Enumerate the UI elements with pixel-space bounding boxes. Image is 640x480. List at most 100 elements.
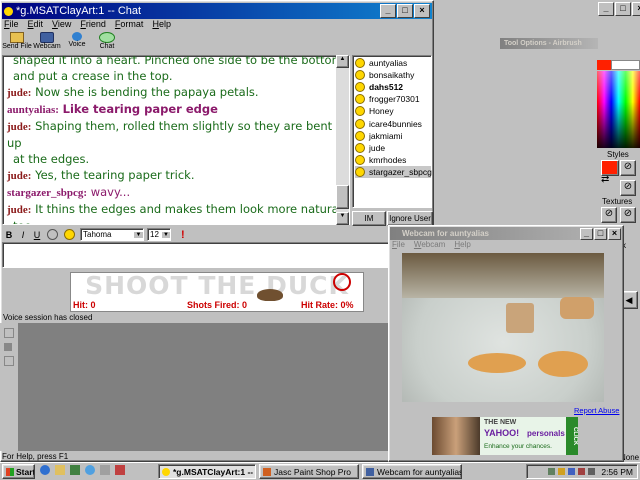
styles-no-icon-2[interactable]: ⊘	[620, 180, 636, 196]
buddy-list-item[interactable]: bonsaikathy	[355, 69, 431, 81]
alert-icon[interactable]: !	[181, 229, 185, 241]
buddy-list-item[interactable]: kmrhodes	[355, 154, 431, 166]
tool-options-titlebar[interactable]: Tool Options - Airbrush	[500, 38, 598, 49]
tray-icon[interactable]	[568, 468, 576, 475]
menu-file[interactable]: File	[4, 19, 19, 29]
volume-icon[interactable]	[588, 468, 596, 475]
im-button[interactable]: IM	[352, 211, 386, 226]
textures-no-icon-2[interactable]: ⊘	[620, 207, 636, 223]
smiley-icon	[355, 142, 365, 153]
textures-no-icon[interactable]: ⊘	[601, 207, 617, 223]
menu-view[interactable]: View	[52, 19, 71, 29]
minimize-icon[interactable]: _	[580, 227, 593, 240]
webcam-menu-webcam[interactable]: Webcam	[414, 240, 445, 249]
background-swatch[interactable]	[611, 60, 640, 70]
task-chat[interactable]: *g.MSATClayArt:1 -- Chat	[158, 464, 256, 479]
chevron-down-icon[interactable]: ▼	[162, 231, 170, 238]
maximize-icon[interactable]: □	[594, 227, 607, 240]
buddy-list-item[interactable]: dahs512	[355, 81, 431, 93]
underline-button[interactable]: U	[30, 230, 44, 240]
send-file-button[interactable]: Send File	[2, 31, 32, 53]
buddy-list-item[interactable]: Honey	[355, 105, 431, 117]
emoticon-icon[interactable]	[47, 229, 58, 240]
foreground-swatch[interactable]	[597, 60, 611, 70]
maximize-icon[interactable]: □	[615, 2, 631, 16]
close-icon[interactable]: ×	[414, 4, 430, 18]
task-webcam[interactable]: Webcam for auntyalias	[362, 464, 462, 479]
message-text: and put a crease in the top.	[13, 69, 173, 83]
buddy-list-item[interactable]: jude	[355, 142, 431, 154]
webcam-button[interactable]: Webcam	[32, 31, 62, 53]
scroll-thumb[interactable]	[336, 185, 349, 209]
smiley-button-icon[interactable]	[64, 229, 75, 240]
pencil-icon[interactable]	[4, 328, 14, 338]
minimize-icon[interactable]: _	[598, 2, 614, 16]
internet-explorer-icon[interactable]	[40, 465, 50, 475]
close-icon[interactable]: ×	[632, 2, 640, 16]
menu-edit[interactable]: Edit	[28, 19, 44, 29]
outlook-icon[interactable]	[55, 465, 65, 475]
close-icon[interactable]: ×	[608, 227, 621, 240]
styles-label: Styles	[607, 150, 629, 159]
yahoo-ad[interactable]: THE NEW YAHOO! personals Enhance your ch…	[432, 417, 578, 455]
voice-panel	[0, 323, 434, 451]
buddy-list[interactable]: auntyalias bonsaikathy dahs512 frogger70301…	[352, 55, 432, 208]
channels-icon[interactable]	[85, 465, 95, 475]
game-banner[interactable]: SHOOT THE DUCK Hit: 0 Shots Fired: 0 Hit…	[70, 272, 364, 312]
media-icon[interactable]	[100, 465, 110, 475]
menu-help[interactable]: Help	[152, 19, 171, 29]
menu-friend[interactable]: Friend	[80, 19, 106, 29]
chat-message: and put a crease in the top.	[7, 68, 349, 84]
buddy-list-item[interactable]: icare4bunnies	[355, 117, 431, 129]
swap-icon[interactable]: ⇄	[601, 174, 609, 185]
hand-icon[interactable]	[4, 343, 12, 351]
desktop-icon[interactable]	[70, 465, 80, 475]
message-nick: stargazer_sbpcg:	[7, 187, 88, 199]
menu-format[interactable]: Format	[115, 19, 144, 29]
ignore-user-button[interactable]: Ignore User	[387, 211, 433, 226]
bold-button[interactable]: B	[2, 230, 16, 240]
report-abuse-link[interactable]: Report Abuse	[574, 406, 619, 415]
chat-titlebar[interactable]: *g.MSATClayArt:1 -- Chat _ □ ×	[2, 3, 432, 19]
chat-message: shaped it into a heart. Pinched one side…	[7, 56, 349, 68]
webcam-task-icon	[366, 467, 374, 476]
tray-icon[interactable]	[558, 468, 566, 475]
buddy-name: jude	[369, 142, 386, 153]
chat-button[interactable]: Chat	[92, 31, 122, 53]
buddy-list-item[interactable]: auntyalias	[355, 57, 431, 69]
webcam-menu-help[interactable]: Help	[454, 240, 470, 249]
buddy-list-item[interactable]: jakmiami	[355, 130, 431, 142]
start-label: Start	[16, 466, 35, 477]
webcam-titlebar[interactable]: Webcam for auntyalias _ □ ×	[390, 227, 622, 240]
send-file-label: Send File	[2, 43, 32, 50]
task-psp[interactable]: Jasc Paint Shop Pro	[259, 464, 359, 479]
voice-button[interactable]: Voice	[62, 31, 92, 53]
webcam-menu-file[interactable]: File	[392, 240, 405, 249]
buddy-name: kmrhodes	[369, 154, 407, 165]
eraser-icon[interactable]	[4, 356, 14, 366]
app-icon[interactable]	[115, 465, 125, 475]
minimize-icon[interactable]: _	[380, 4, 396, 18]
buddy-list-item[interactable]: stargazer_sbpcg	[355, 165, 432, 178]
webcam-label: Webcam	[33, 43, 61, 50]
size-select[interactable]: 12 ▼	[147, 228, 171, 241]
smiley-icon	[162, 467, 170, 476]
ad-click[interactable]: CLICK	[566, 417, 578, 455]
maximize-icon[interactable]: □	[397, 4, 413, 18]
message-input[interactable]	[2, 242, 432, 268]
chat-transcript[interactable]: shaped it into a heart. Pinched one side…	[2, 55, 350, 225]
italic-button[interactable]: I	[16, 230, 30, 240]
scroll-down-icon[interactable]: ▼	[336, 212, 349, 225]
styles-no-icon[interactable]: ⊘	[620, 160, 636, 176]
chevron-down-icon[interactable]: ▼	[134, 231, 143, 238]
start-button[interactable]: Start	[2, 464, 35, 479]
crosshair-icon	[333, 273, 351, 291]
clay-petal	[468, 353, 526, 373]
chat-scrollbar[interactable]: ▲ ▼	[336, 55, 349, 225]
buddy-list-item[interactable]: frogger70301	[355, 93, 431, 105]
tray-icon[interactable]	[548, 468, 556, 475]
scroll-up-icon[interactable]: ▲	[336, 55, 349, 68]
font-select[interactable]: Tahoma ▼	[80, 228, 144, 241]
message-text: Shaping them, rolled them slightly so th…	[7, 119, 333, 150]
tray-icon[interactable]	[578, 468, 586, 475]
